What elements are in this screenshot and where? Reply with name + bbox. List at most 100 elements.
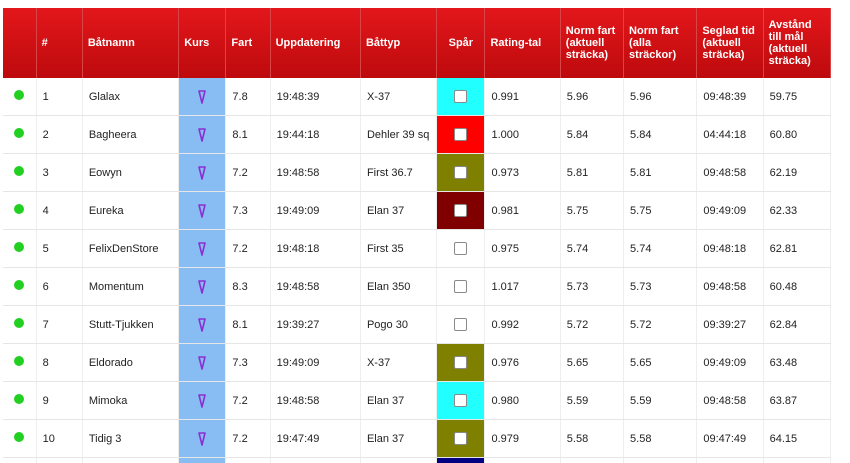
course-cell bbox=[179, 344, 226, 382]
course-arrow-icon bbox=[198, 204, 206, 218]
speed-cell: 7.2 bbox=[226, 154, 270, 192]
course-cell bbox=[179, 382, 226, 420]
update-header[interactable]: Uppdatering bbox=[270, 8, 360, 78]
rank-cell: 3 bbox=[36, 154, 82, 192]
rank-header[interactable]: # bbox=[36, 8, 82, 78]
track-checkbox[interactable] bbox=[454, 432, 467, 445]
sailed-time-cell: 09:48:39 bbox=[697, 78, 763, 116]
norm-speed-all-header[interactable]: Norm fart (alla sträckor) bbox=[624, 8, 697, 78]
speed-cell: 7.3 bbox=[226, 344, 270, 382]
update-time-cell: 19:44:18 bbox=[270, 116, 360, 154]
boat-type-cell: Elan 37 bbox=[360, 382, 436, 420]
table-row[interactable]: 9Mimoka7.219:48:58Elan 370.9805.595.5909… bbox=[3, 382, 831, 420]
course-cell bbox=[179, 192, 226, 230]
table-row[interactable] bbox=[3, 458, 831, 463]
track-cell bbox=[437, 230, 485, 268]
track-checkbox[interactable] bbox=[454, 280, 467, 293]
norm-speed-all-cell: 5.59 bbox=[624, 382, 697, 420]
rating-header[interactable]: Rating-tal bbox=[485, 8, 560, 78]
table-header: # Båtnamn Kurs Fart Uppdatering Båttyp S… bbox=[3, 8, 831, 78]
status-cell bbox=[3, 420, 36, 458]
course-cell bbox=[179, 78, 226, 116]
rating-cell: 0.980 bbox=[485, 382, 560, 420]
boat-type-cell: Elan 37 bbox=[360, 192, 436, 230]
norm-speed-current-cell: 5.72 bbox=[560, 306, 623, 344]
course-header[interactable]: Kurs bbox=[179, 8, 226, 78]
sailed-time-cell: 09:48:58 bbox=[697, 154, 763, 192]
status-cell bbox=[3, 116, 36, 154]
rating-cell: 0.975 bbox=[485, 230, 560, 268]
table-row[interactable]: 10Tidig 37.219:47:49Elan 370.9795.585.58… bbox=[3, 420, 831, 458]
sailed-time-header[interactable]: Seglad tid (aktuell sträcka) bbox=[697, 8, 763, 78]
speed-header[interactable]: Fart bbox=[226, 8, 270, 78]
track-checkbox[interactable] bbox=[454, 356, 467, 369]
table-row[interactable]: 2Bagheera8.119:44:18Dehler 39 sq1.0005.8… bbox=[3, 116, 831, 154]
norm-speed-all-cell: 5.74 bbox=[624, 230, 697, 268]
status-dot-icon bbox=[14, 166, 24, 176]
distance-to-finish-header[interactable]: Avstånd till mål (aktuell sträcka) bbox=[763, 8, 830, 78]
boat-name-cell: Eldorado bbox=[82, 344, 178, 382]
boat-name-header[interactable]: Båtnamn bbox=[82, 8, 178, 78]
track-checkbox[interactable] bbox=[454, 90, 467, 103]
table-cell bbox=[763, 458, 830, 463]
distance-cell: 59.75 bbox=[763, 78, 830, 116]
course-arrow-icon bbox=[198, 280, 206, 294]
norm-speed-current-header[interactable]: Norm fart (aktuell sträcka) bbox=[560, 8, 623, 78]
course-arrow-icon bbox=[198, 128, 206, 142]
boat-type-header[interactable]: Båttyp bbox=[360, 8, 436, 78]
boat-name-cell: Stutt-Tjukken bbox=[82, 306, 178, 344]
distance-cell: 62.84 bbox=[763, 306, 830, 344]
track-checkbox[interactable] bbox=[454, 128, 467, 141]
boat-type-cell: Elan 350 bbox=[360, 268, 436, 306]
track-cell bbox=[437, 458, 485, 463]
norm-speed-current-cell: 5.74 bbox=[560, 230, 623, 268]
norm-speed-all-cell: 5.75 bbox=[624, 192, 697, 230]
course-cell bbox=[179, 154, 226, 192]
course-arrow-icon bbox=[198, 90, 206, 104]
table-cell bbox=[560, 458, 623, 463]
update-time-cell: 19:47:49 bbox=[270, 420, 360, 458]
speed-cell: 8.1 bbox=[226, 306, 270, 344]
table-row[interactable]: 6Momentum8.319:48:58Elan 3501.0175.735.7… bbox=[3, 268, 831, 306]
track-checkbox[interactable] bbox=[454, 204, 467, 217]
rank-cell: 8 bbox=[36, 344, 82, 382]
status-cell bbox=[3, 78, 36, 116]
speed-cell: 7.2 bbox=[226, 230, 270, 268]
track-checkbox[interactable] bbox=[454, 166, 467, 179]
table-row[interactable]: 1Glalax7.819:48:39X-370.9915.965.9609:48… bbox=[3, 78, 831, 116]
track-checkbox[interactable] bbox=[454, 394, 467, 407]
boat-name-cell: Bagheera bbox=[82, 116, 178, 154]
rank-cell: 7 bbox=[36, 306, 82, 344]
table-cell bbox=[697, 458, 763, 463]
distance-cell: 60.48 bbox=[763, 268, 830, 306]
distance-cell: 63.48 bbox=[763, 344, 830, 382]
boat-type-cell: X-37 bbox=[360, 78, 436, 116]
boat-name-cell: Tidig 3 bbox=[82, 420, 178, 458]
boat-type-cell: Pogo 30 bbox=[360, 306, 436, 344]
track-checkbox[interactable] bbox=[454, 242, 467, 255]
race-results-table: # Båtnamn Kurs Fart Uppdatering Båttyp S… bbox=[3, 8, 831, 463]
table-row[interactable]: 8Eldorado7.319:49:09X-370.9765.655.6509:… bbox=[3, 344, 831, 382]
table-row[interactable]: 7Stutt-Tjukken8.119:39:27Pogo 300.9925.7… bbox=[3, 306, 831, 344]
speed-cell: 7.8 bbox=[226, 78, 270, 116]
update-time-cell: 19:48:58 bbox=[270, 382, 360, 420]
boat-type-cell: X-37 bbox=[360, 344, 436, 382]
status-header bbox=[3, 8, 36, 78]
update-time-cell: 19:48:39 bbox=[270, 78, 360, 116]
table-row[interactable]: 5FelixDenStore7.219:48:18First 350.9755.… bbox=[3, 230, 831, 268]
track-checkbox[interactable] bbox=[454, 318, 467, 331]
boat-name-cell: Eowyn bbox=[82, 154, 178, 192]
sailed-time-cell: 09:48:58 bbox=[697, 268, 763, 306]
table-row[interactable]: 4Eureka7.319:49:09Elan 370.9815.755.7509… bbox=[3, 192, 831, 230]
table-row[interactable]: 3Eowyn7.219:48:58First 36.70.9735.815.81… bbox=[3, 154, 831, 192]
status-cell bbox=[3, 230, 36, 268]
update-time-cell: 19:48:58 bbox=[270, 268, 360, 306]
rank-cell: 2 bbox=[36, 116, 82, 154]
speed-cell: 8.1 bbox=[226, 116, 270, 154]
distance-cell: 60.80 bbox=[763, 116, 830, 154]
course-cell bbox=[179, 458, 226, 463]
track-header[interactable]: Spår bbox=[437, 8, 485, 78]
status-cell bbox=[3, 192, 36, 230]
boat-name-cell: Momentum bbox=[82, 268, 178, 306]
status-dot-icon bbox=[14, 318, 24, 328]
